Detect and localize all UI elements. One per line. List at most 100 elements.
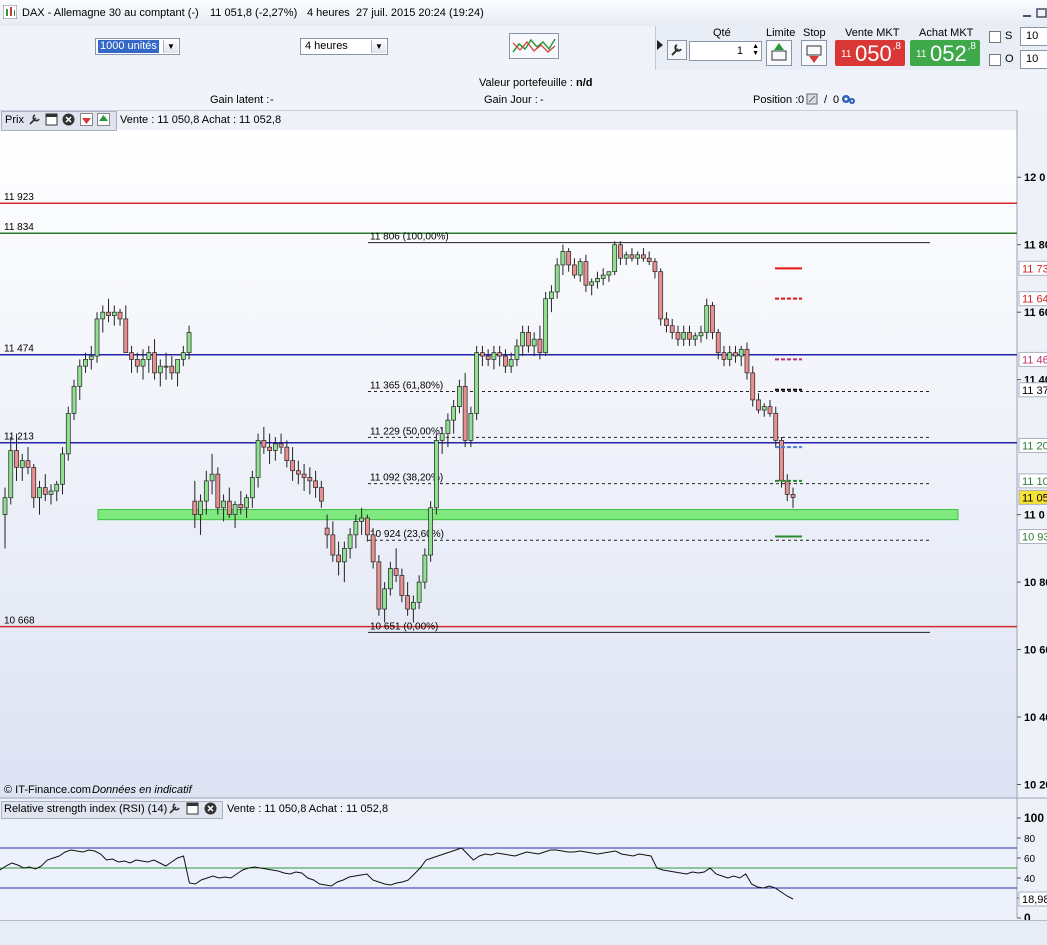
candle-body <box>244 497 249 509</box>
candle-body <box>347 534 353 549</box>
expand-arrow-icon[interactable] <box>657 40 663 50</box>
candle-body <box>382 588 387 610</box>
limit-order-button[interactable] <box>766 40 792 66</box>
candle-body <box>209 473 215 482</box>
candle-body <box>203 480 209 502</box>
candle-body <box>612 244 618 273</box>
position-detail-icon[interactable] <box>806 93 818 105</box>
candle-body <box>784 480 790 495</box>
qty-label: Qté <box>713 27 731 39</box>
candle-body <box>54 483 60 492</box>
candle-body <box>589 281 595 286</box>
candle-body <box>543 298 549 354</box>
buy-button[interactable]: 11 052 ,8 <box>910 40 980 66</box>
candle-body <box>365 517 370 536</box>
candle <box>658 268 664 326</box>
qty-stepper[interactable]: ▲ ▼ <box>752 43 759 57</box>
move-down-icon[interactable] <box>80 113 93 126</box>
candle-body <box>71 386 77 414</box>
candle-body <box>88 355 94 360</box>
close-icon[interactable] <box>204 802 217 815</box>
candle-body <box>451 406 457 421</box>
price-change: 11 051,8 (-2,27%) <box>210 7 298 19</box>
candle-body <box>428 507 433 556</box>
candle-body <box>468 413 474 441</box>
window-icon[interactable] <box>186 802 199 815</box>
candle-body <box>531 338 537 347</box>
minimize-icon[interactable] <box>1022 8 1034 18</box>
rsi-tick-label: 0 <box>1024 911 1031 920</box>
units-select[interactable]: 1000 unités ▼ <box>95 38 180 55</box>
rsi-value-label: 18,98 <box>1022 894 1047 906</box>
candle-body <box>675 332 681 340</box>
wrench-icon[interactable] <box>168 802 181 815</box>
qty-input[interactable]: 1 ▲ ▼ <box>689 41 762 61</box>
candle-body <box>733 352 738 357</box>
s-value-input[interactable]: 10 <box>1020 27 1047 46</box>
price-tag-label: 11 37 <box>1022 385 1047 397</box>
move-up-icon[interactable] <box>97 113 110 126</box>
period-select[interactable]: 4 heures ▼ <box>300 38 388 55</box>
sell-label: Vente MKT <box>845 27 900 39</box>
candle-body <box>25 460 31 468</box>
candle-body <box>267 446 272 451</box>
fibonacci-label: 10 651 (0,00%) <box>370 621 438 632</box>
close-icon[interactable] <box>62 113 75 126</box>
candle-body <box>434 440 439 509</box>
candle-body <box>100 311 106 320</box>
price-tag-label: 11 10 <box>1022 476 1047 488</box>
candle-body <box>681 332 687 340</box>
o-checkbox[interactable] <box>989 54 1001 66</box>
price-tag-label: 11 05 <box>1022 492 1047 504</box>
stop-order-button[interactable] <box>801 40 827 66</box>
stop-label: Stop <box>803 27 826 39</box>
candle-body <box>503 355 508 367</box>
candle-body <box>134 359 140 367</box>
candle-body <box>474 352 480 414</box>
s-checkbox[interactable] <box>989 31 1001 43</box>
candle <box>65 406 71 461</box>
title-bar: DAX - Allemagne 30 au comptant (-) 11 05… <box>0 0 1047 27</box>
candle-body <box>704 305 710 333</box>
candle-body <box>445 419 451 434</box>
candle-body <box>111 311 117 316</box>
price-tick-label: 11 60 <box>1024 307 1047 319</box>
candle-body <box>600 274 606 279</box>
sell-button[interactable]: 11 050 ,8 <box>835 40 905 66</box>
candle-body <box>307 477 313 482</box>
indicators-button[interactable] <box>509 33 559 59</box>
candle-body <box>618 244 623 259</box>
candle-body <box>157 365 163 374</box>
rsi-tick-label: 80 <box>1024 834 1036 845</box>
gear-icon[interactable] <box>840 92 856 106</box>
copyright-watermark: © IT-Finance.com <box>4 784 91 796</box>
candle-body <box>146 352 152 360</box>
toolbar: 1000 unités ▼ 4 heures ▼ <box>0 26 655 70</box>
price-chart-background <box>0 130 1017 798</box>
candle-body <box>606 271 612 276</box>
candle-body <box>192 500 198 515</box>
candle-body <box>169 365 175 374</box>
candle-body <box>261 440 267 448</box>
candle <box>434 433 439 515</box>
candle-body <box>19 460 25 468</box>
data-disclaimer: Données en indicatif <box>92 784 192 796</box>
wrench-icon[interactable] <box>28 113 41 126</box>
candle <box>474 345 480 421</box>
candle-body <box>238 504 244 509</box>
o-value-input[interactable]: 10 <box>1020 50 1047 69</box>
portfolio-value: n/d <box>576 77 593 89</box>
chart-app-icon <box>3 5 17 19</box>
rsi-quote: Vente : 11 050,8 Achat : 11 052,8 <box>227 803 389 815</box>
candle-body <box>485 355 491 360</box>
candle <box>376 555 382 616</box>
wrench-icon[interactable] <box>667 40 687 60</box>
candle-body <box>221 500 226 509</box>
price-tag-label: 11 20 <box>1022 440 1047 452</box>
order-panel: Qté 1 ▲ ▼ Limite Stop Vente MKT 11 050 ,8… <box>655 26 1047 70</box>
maximize-icon[interactable] <box>1036 8 1047 18</box>
price-chart[interactable]: 12 011 8011 6011 4011 010 8010 6010 4010… <box>0 108 1047 920</box>
datetime-title: 27 juil. 2015 20:24 (19:24) <box>356 7 484 19</box>
candle-body <box>416 581 422 603</box>
window-icon[interactable] <box>45 113 58 126</box>
